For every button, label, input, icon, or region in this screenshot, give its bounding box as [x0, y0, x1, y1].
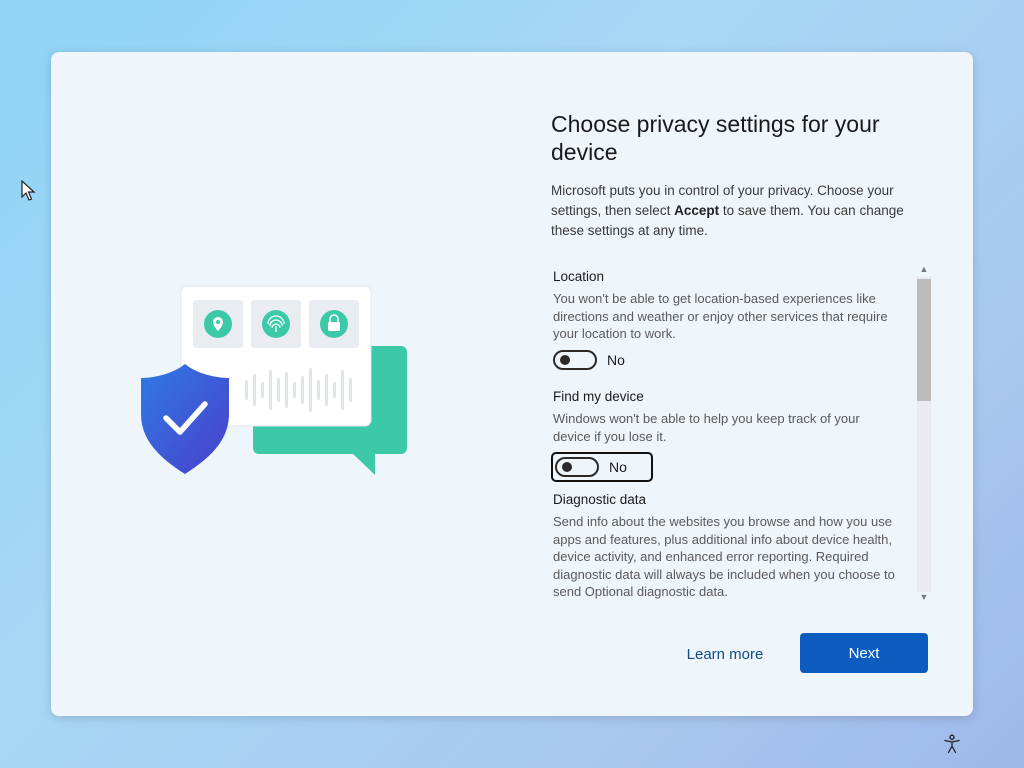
setting-diagnostic-data: Diagnostic data Send info about the webs… [553, 491, 898, 601]
lock-icon [320, 310, 348, 338]
setting-title: Diagnostic data [553, 492, 647, 507]
find-my-device-toggle[interactable] [555, 457, 599, 477]
scrollbar-thumb[interactable] [917, 279, 931, 401]
toggle-label: No [607, 351, 625, 368]
toggle-knob [560, 354, 570, 365]
page-title: Choose privacy settings for your device [551, 111, 880, 165]
setting-description: You won't be able to get location-based … [553, 291, 888, 341]
accept-keyword: Accept [674, 203, 720, 218]
setting-find-my-device: Find my device Windows won't be able to … [551, 388, 898, 482]
location-toggle[interactable] [553, 349, 597, 370]
learn-more-button[interactable]: Learn more [671, 636, 779, 672]
setting-description: Windows won't be able to help you keep t… [553, 411, 860, 444]
chevron-up-icon[interactable]: ▲ [918, 264, 930, 274]
setting-title: Location [553, 269, 605, 284]
toggle-knob [562, 462, 572, 472]
accessibility-icon[interactable] [942, 734, 962, 754]
mouse-pointer-icon [21, 180, 36, 201]
shield-check-icon [141, 364, 229, 474]
setting-description: Send info about the websites you browse … [553, 514, 895, 599]
setting-title: Find my device [553, 389, 644, 404]
settings-scrollbar[interactable]: ▲ ▼ [914, 263, 931, 606]
intro-text: Microsoft puts you in control of your pr… [551, 183, 904, 238]
setup-dialog: Choose privacy settings for your device … [51, 52, 973, 716]
next-button[interactable]: Next [800, 633, 928, 673]
location-pin-icon [204, 310, 232, 338]
setting-location: Location You won't be able to get locati… [553, 268, 898, 370]
settings-scroll-area[interactable]: Location You won't be able to get locati… [551, 264, 931, 604]
toggle-label: No [609, 459, 627, 475]
fingerprint-icon [262, 310, 290, 338]
chevron-down-icon[interactable]: ▼ [918, 592, 930, 602]
privacy-illustration [141, 285, 407, 475]
